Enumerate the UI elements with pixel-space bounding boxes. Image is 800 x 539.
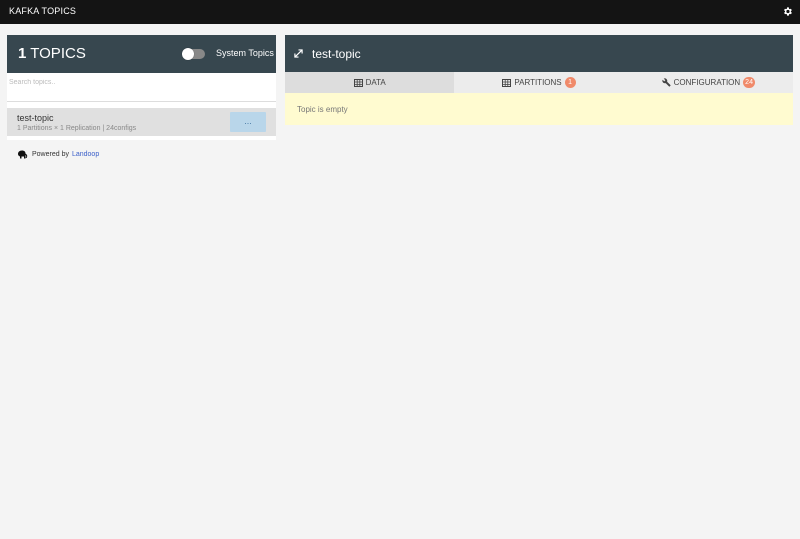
table-icon bbox=[502, 78, 512, 87]
topic-list-item[interactable]: test-topic 1 Partitions × 1 Replication … bbox=[7, 108, 276, 136]
topics-panel-header: 1 TOPICS System Topics bbox=[7, 35, 276, 73]
elephant-logo-icon bbox=[18, 150, 28, 159]
tab-configuration[interactable]: CONFIGURATION 24 bbox=[624, 72, 793, 93]
app-title: KAFKA TOPICS bbox=[9, 6, 77, 16]
configuration-count-badge: 24 bbox=[743, 77, 755, 88]
topic-tabs: DATA PARTITIONS 1 CONFIGURATION 24 bbox=[285, 72, 793, 93]
tab-data-label: DATA bbox=[365, 78, 386, 87]
topics-panel: 1 TOPICS System Topics test-topic 1 Part… bbox=[7, 35, 276, 140]
topic-title: test-topic bbox=[312, 47, 361, 61]
toggle-knob bbox=[182, 48, 194, 60]
topic-meta: 1 Partitions × 1 Replication | 24configs bbox=[17, 125, 137, 132]
tab-partitions-label: PARTITIONS bbox=[514, 78, 562, 87]
topics-heading: 1 TOPICS bbox=[18, 45, 86, 62]
topic-name: test-topic bbox=[17, 113, 54, 123]
wrench-icon bbox=[662, 78, 671, 87]
system-topics-toggle[interactable] bbox=[182, 48, 205, 60]
gear-icon[interactable] bbox=[782, 6, 793, 17]
landoop-link[interactable]: Landoop bbox=[72, 151, 99, 158]
topic-detail-header: test-topic bbox=[285, 35, 793, 72]
topic-empty-message: Topic is empty bbox=[297, 105, 348, 114]
top-bar: KAFKA TOPICS bbox=[0, 0, 800, 24]
partitions-count-badge: 1 bbox=[564, 77, 576, 88]
powered-by: Powered by Landoop bbox=[16, 148, 99, 160]
search-topics-input[interactable] bbox=[7, 73, 276, 102]
expand-icon[interactable] bbox=[294, 49, 303, 58]
topics-heading-label: TOPICS bbox=[30, 45, 86, 62]
topic-more-button[interactable]: ... bbox=[230, 112, 266, 132]
table-icon bbox=[353, 78, 363, 87]
tab-data[interactable]: DATA bbox=[285, 72, 455, 93]
tab-partitions[interactable]: PARTITIONS 1 bbox=[454, 72, 623, 93]
powered-by-text: Powered by bbox=[32, 150, 69, 158]
topic-detail-panel: test-topic DATA PARTITIONS 1 CONFIGURATI… bbox=[285, 35, 793, 125]
tab-configuration-label: CONFIGURATION bbox=[673, 78, 741, 87]
system-topics-label: System Topics bbox=[216, 48, 274, 58]
topics-count: 1 bbox=[18, 45, 27, 62]
